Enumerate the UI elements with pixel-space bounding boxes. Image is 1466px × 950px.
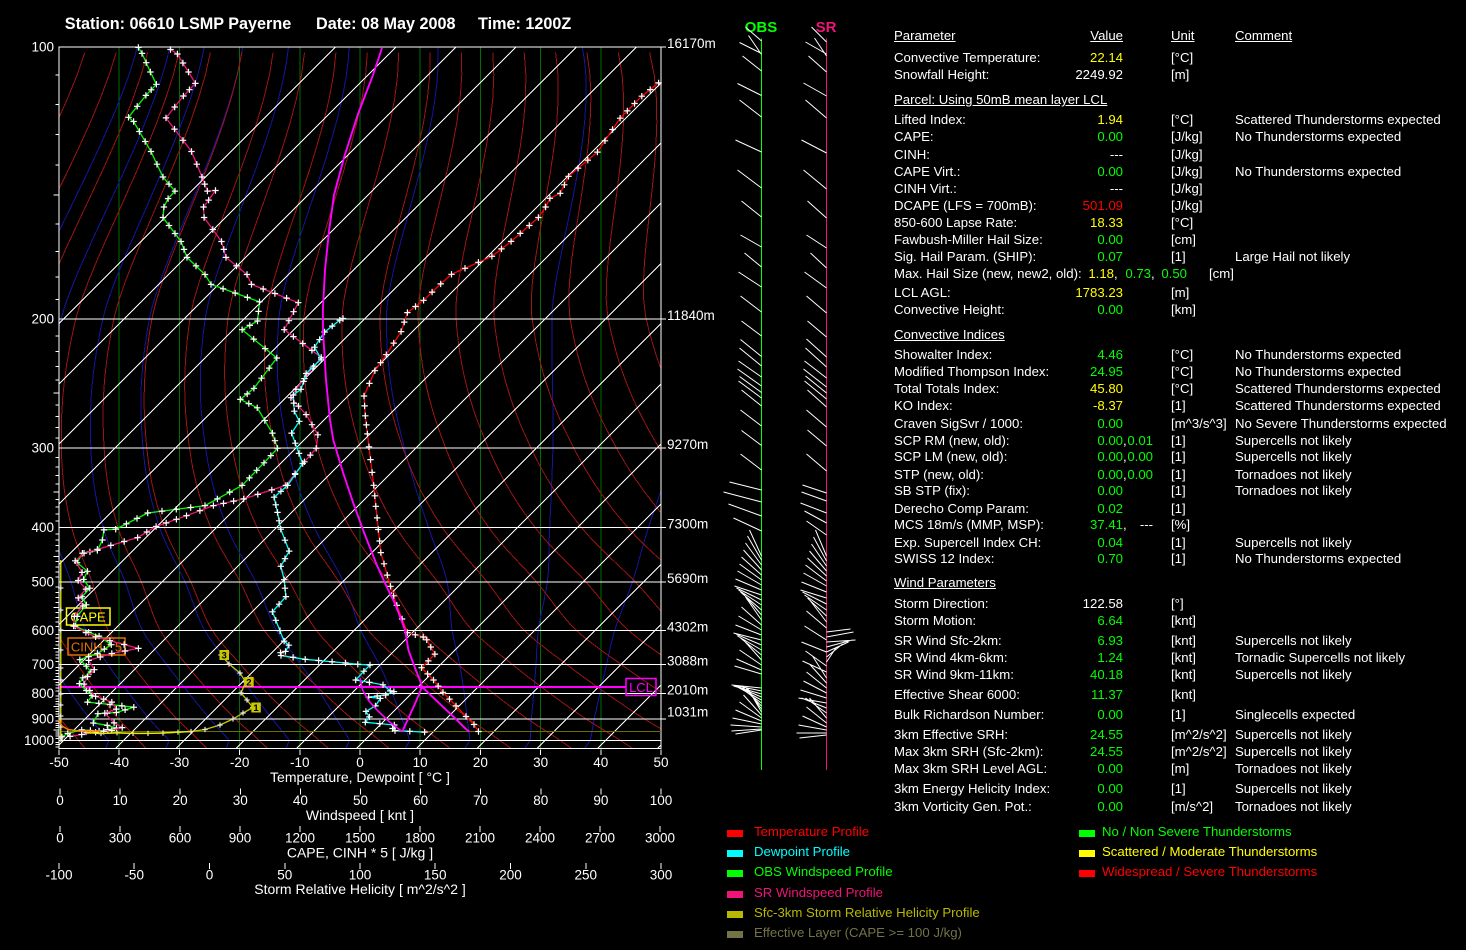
- svg-text:250: 250: [575, 868, 598, 883]
- svg-text:700: 700: [31, 657, 54, 672]
- svg-text:11840m: 11840m: [667, 308, 715, 323]
- svg-text:-50: -50: [49, 755, 69, 770]
- svg-text:3088m: 3088m: [667, 654, 708, 669]
- svg-text:100: 100: [31, 40, 54, 55]
- svg-text:Windspeed [ knt ]: Windspeed [ knt ]: [306, 807, 414, 823]
- svg-text:2700: 2700: [585, 831, 615, 846]
- svg-text:1000: 1000: [24, 733, 54, 748]
- svg-text:7300m: 7300m: [667, 517, 708, 532]
- svg-text:50: 50: [653, 755, 668, 770]
- svg-text:1031m: 1031m: [667, 705, 708, 720]
- svg-text:600: 600: [169, 831, 192, 846]
- svg-text:60: 60: [413, 793, 428, 808]
- svg-text:-50: -50: [124, 868, 144, 883]
- svg-text:20: 20: [173, 793, 188, 808]
- svg-text:0: 0: [356, 755, 364, 770]
- svg-text:1200: 1200: [285, 831, 315, 846]
- svg-text:CAPE, CINH * 5 [ J/kg ]: CAPE, CINH * 5 [ J/kg ]: [287, 845, 433, 861]
- svg-text:600: 600: [31, 623, 54, 638]
- svg-text:800: 800: [31, 686, 54, 701]
- svg-text:300: 300: [109, 831, 132, 846]
- svg-text:40: 40: [593, 755, 608, 770]
- svg-text:4302m: 4302m: [667, 620, 708, 635]
- svg-text:900: 900: [31, 711, 54, 726]
- svg-text:900: 900: [229, 831, 252, 846]
- svg-text:1500: 1500: [345, 831, 375, 846]
- svg-text:30: 30: [233, 793, 248, 808]
- svg-text:300: 300: [31, 441, 54, 456]
- svg-text:1: 1: [253, 703, 259, 714]
- svg-text:16170m: 16170m: [667, 36, 716, 51]
- svg-text:5690m: 5690m: [667, 571, 708, 586]
- svg-text:2010m: 2010m: [667, 683, 708, 698]
- svg-text:10: 10: [413, 755, 428, 770]
- svg-text:300: 300: [650, 868, 673, 883]
- svg-text:2400: 2400: [525, 831, 555, 846]
- svg-text:10: 10: [113, 793, 128, 808]
- svg-text:9270m: 9270m: [667, 437, 708, 452]
- svg-text:OBS: OBS: [745, 19, 778, 36]
- svg-text:0: 0: [206, 868, 214, 883]
- svg-text:100: 100: [650, 793, 673, 808]
- svg-text:-40: -40: [109, 755, 129, 770]
- svg-text:0: 0: [56, 831, 64, 846]
- svg-text:500: 500: [31, 575, 54, 590]
- svg-text:3000: 3000: [645, 831, 675, 846]
- svg-text:-20: -20: [230, 755, 250, 770]
- svg-text:90: 90: [593, 793, 608, 808]
- svg-text:80: 80: [533, 793, 548, 808]
- svg-text:50: 50: [353, 793, 368, 808]
- svg-text:3: 3: [222, 651, 227, 662]
- svg-text:1800: 1800: [405, 831, 435, 846]
- svg-text:SR: SR: [816, 19, 837, 36]
- svg-text:Temperature, Dewpoint [ °C ]: Temperature, Dewpoint [ °C ]: [270, 769, 450, 785]
- svg-text:400: 400: [31, 520, 54, 535]
- svg-text:-30: -30: [170, 755, 190, 770]
- svg-text:LCL: LCL: [629, 680, 653, 695]
- svg-text:-100: -100: [45, 868, 72, 883]
- svg-text:30: 30: [533, 755, 548, 770]
- svg-text:200: 200: [499, 868, 522, 883]
- svg-text:0: 0: [56, 793, 64, 808]
- svg-text:2: 2: [246, 678, 251, 689]
- svg-text:Storm Relative Helicity [ m^2: Storm Relative Helicity [ m^2/s^2 ]: [254, 881, 466, 897]
- svg-text:20: 20: [473, 755, 488, 770]
- svg-text:40: 40: [293, 793, 308, 808]
- svg-text:70: 70: [473, 793, 488, 808]
- svg-text:200: 200: [31, 312, 54, 327]
- svg-text:2100: 2100: [465, 831, 495, 846]
- svg-text:-10: -10: [290, 755, 310, 770]
